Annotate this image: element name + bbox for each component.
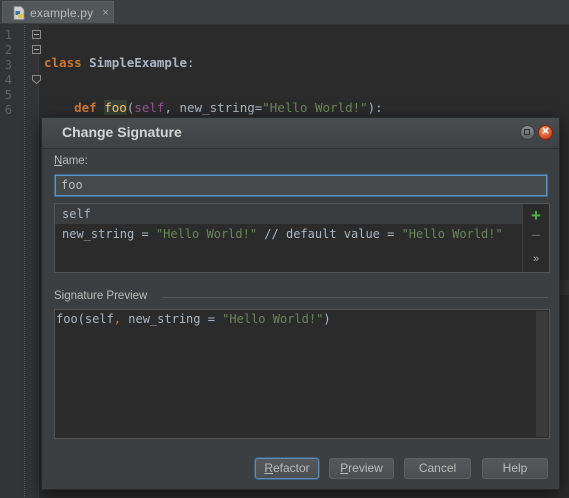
tab-label: example.py [30, 5, 94, 20]
more-actions-icon[interactable]: » [523, 253, 549, 265]
parameters-table: self new_string = "Hello World!" // defa… [54, 203, 550, 273]
name-label: Name: [54, 155, 88, 167]
line-number: 1 [4, 28, 12, 42]
maximize-icon[interactable] [520, 125, 535, 140]
parameter-toolbar: + − » [522, 204, 549, 272]
fold-end-icon[interactable] [32, 75, 41, 84]
close-icon[interactable] [538, 123, 553, 140]
remove-parameter-icon[interactable]: − [523, 226, 549, 246]
signature-preview: foo(self, new_string = "Hello World!") [54, 309, 550, 439]
refactor-button[interactable]: Refactor [255, 458, 319, 479]
signature-preview-label: Signature Preview [54, 290, 148, 302]
line-number: 2 [4, 43, 12, 57]
code-line: def foo(self, new_string="Hello World!")… [74, 100, 383, 115]
add-parameter-icon[interactable]: + [523, 206, 549, 226]
preview-button[interactable]: Preview [329, 458, 394, 479]
close-icon[interactable]: × [102, 7, 108, 19]
python-file-icon [13, 5, 25, 20]
parameter-row[interactable]: self [55, 204, 522, 224]
editor-tab-bar: example.py × [0, 0, 569, 25]
parameter-row[interactable]: new_string = "Hello World!" // default v… [55, 224, 522, 244]
line-number: 4 [4, 73, 12, 87]
line-number: 3 [4, 58, 12, 72]
line-number: 6 [4, 103, 12, 117]
dialog-title: Change Signature [62, 124, 182, 140]
scrollbar[interactable] [536, 311, 548, 437]
editor-gutter: 1 2 3 4 5 6 [0, 25, 41, 498]
tab-example-py[interactable]: example.py × [2, 1, 114, 23]
code-line: class SimpleExample: [44, 55, 195, 70]
parameters-list: self new_string = "Hello World!" // defa… [55, 204, 522, 272]
name-input[interactable]: foo [55, 175, 547, 196]
separator [162, 297, 548, 298]
change-signature-dialog: Change Signature Name: foo self new_stri… [41, 117, 560, 490]
fold-collapse-icon[interactable] [32, 30, 41, 39]
fold-collapse-icon[interactable] [32, 45, 41, 54]
signature-preview-text: foo(self, new_string = "Hello World!") [56, 312, 331, 326]
line-number: 5 [4, 88, 12, 102]
help-button[interactable]: Help [482, 458, 548, 479]
cancel-button[interactable]: Cancel [404, 458, 471, 479]
dialog-title-bar[interactable]: Change Signature [42, 118, 559, 149]
